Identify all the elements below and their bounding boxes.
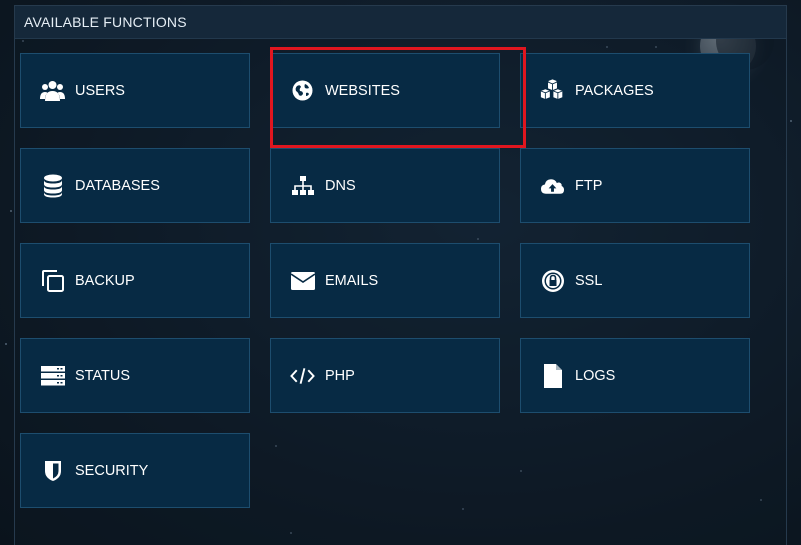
function-tile-status[interactable]: STATUS bbox=[20, 338, 250, 413]
function-tile-security[interactable]: SECURITY bbox=[20, 433, 250, 508]
cloud-upload-icon bbox=[540, 173, 565, 198]
code-icon bbox=[290, 363, 315, 388]
function-label: STATUS bbox=[75, 367, 131, 384]
users-icon bbox=[40, 78, 65, 103]
function-label: DATABASES bbox=[75, 177, 160, 194]
panel-title: AVAILABLE FUNCTIONS bbox=[24, 14, 187, 30]
function-label: EMAILS bbox=[325, 272, 379, 289]
server-icon bbox=[40, 363, 65, 388]
clone-icon bbox=[40, 268, 65, 293]
envelope-icon bbox=[290, 268, 315, 293]
globe-icon bbox=[290, 78, 315, 103]
function-tile-users[interactable]: USERS bbox=[20, 53, 250, 128]
function-tile-emails[interactable]: EMAILS bbox=[270, 243, 500, 318]
file-icon bbox=[540, 363, 565, 388]
function-label: SSL bbox=[575, 272, 603, 289]
function-label: FTP bbox=[575, 177, 603, 194]
function-tile-ssl[interactable]: SSL bbox=[520, 243, 750, 318]
function-tile-backup[interactable]: BACKUP bbox=[20, 243, 250, 318]
function-label: LOGS bbox=[575, 367, 616, 384]
function-tile-websites[interactable]: WEBSITES bbox=[270, 53, 500, 128]
function-label: DNS bbox=[325, 177, 356, 194]
functions-grid: USERS WEBSITES PACKAGES DATABASES DNS FT… bbox=[20, 53, 750, 508]
database-icon bbox=[40, 173, 65, 198]
function-tile-databases[interactable]: DATABASES bbox=[20, 148, 250, 223]
shield-icon bbox=[40, 458, 65, 483]
function-label: PACKAGES bbox=[575, 82, 654, 99]
function-label: WEBSITES bbox=[325, 82, 400, 99]
function-label: USERS bbox=[75, 82, 125, 99]
function-tile-ftp[interactable]: FTP bbox=[520, 148, 750, 223]
function-label: BACKUP bbox=[75, 272, 135, 289]
sitemap-icon bbox=[290, 173, 315, 198]
function-tile-logs[interactable]: LOGS bbox=[520, 338, 750, 413]
panel-header: AVAILABLE FUNCTIONS bbox=[15, 6, 786, 39]
function-tile-php[interactable]: PHP bbox=[270, 338, 500, 413]
function-label: PHP bbox=[325, 367, 355, 384]
function-label: SECURITY bbox=[75, 462, 149, 479]
lock-badge-icon bbox=[540, 268, 565, 293]
function-tile-dns[interactable]: DNS bbox=[270, 148, 500, 223]
function-tile-packages[interactable]: PACKAGES bbox=[520, 53, 750, 128]
cubes-icon bbox=[540, 78, 565, 103]
